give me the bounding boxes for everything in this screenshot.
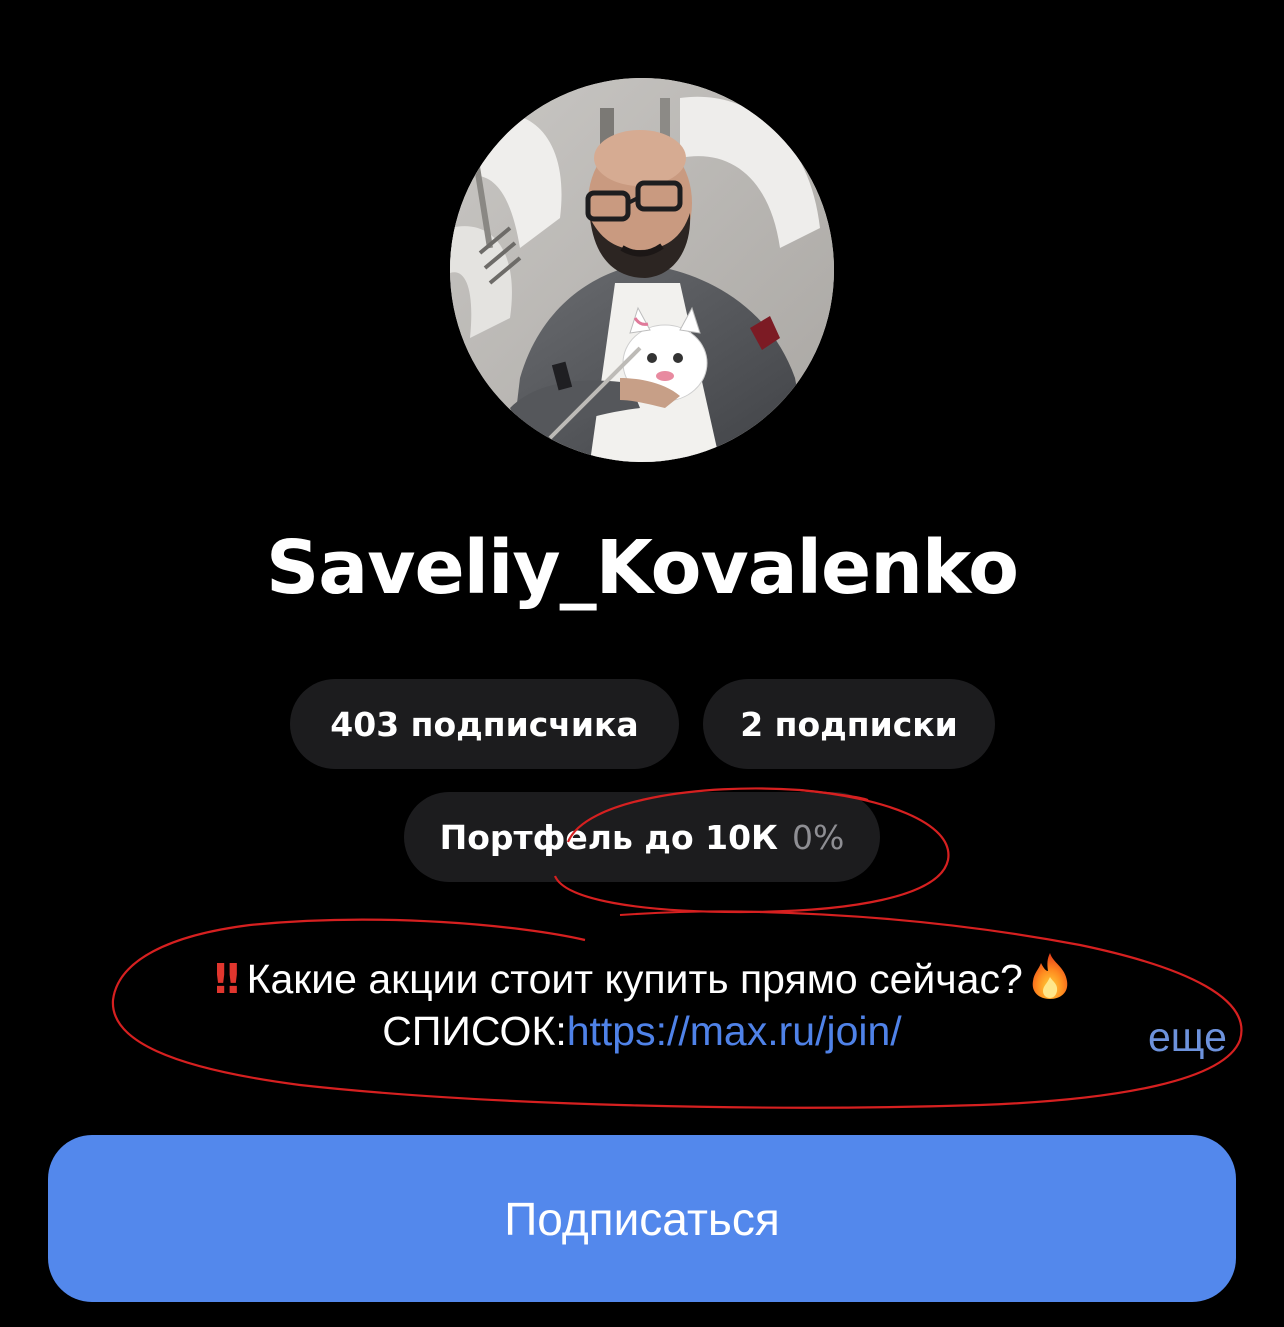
subscriptions-button[interactable]: 2 подписки [703, 679, 995, 769]
profile-bio: !! Какие акции стоит купить прямо сейчас?… [0, 951, 1284, 1057]
double-exclamation-icon: !! [211, 955, 243, 1003]
portfolio-change: 0% [792, 817, 845, 857]
bio-line-2: СПИСОК:https://max.ru/join/ [0, 1005, 1284, 1057]
subscriptions-label: 2 подписки [740, 704, 958, 744]
followers-button[interactable]: 403 подписчика [290, 679, 679, 769]
subscribe-button[interactable]: Подписаться [48, 1135, 1236, 1302]
avatar[interactable] [450, 78, 834, 462]
avatar-photo [450, 78, 834, 462]
followers-label: 403 подписчика [330, 704, 639, 744]
bio-link[interactable]: https://max.ru/join/ [567, 1008, 902, 1054]
bio-annotation-tail [619, 910, 761, 916]
bio-list-prefix: СПИСОК: [382, 1008, 567, 1054]
portfolio-button[interactable]: Портфель до 10К 0% [404, 792, 880, 882]
bio-line-1: !! Какие акции стоит купить прямо сейчас? [0, 951, 1284, 1005]
bio-more-button[interactable]: еще [1148, 1011, 1227, 1063]
subscribe-label: Подписаться [504, 1192, 780, 1245]
profile-username: Saveliy_Kovalenko [266, 525, 1019, 611]
bio-text: Какие акции стоит купить прямо сейчас? [246, 956, 1023, 1002]
fire-icon [1032, 953, 1068, 999]
portfolio-label: Портфель до 10К [439, 817, 779, 857]
